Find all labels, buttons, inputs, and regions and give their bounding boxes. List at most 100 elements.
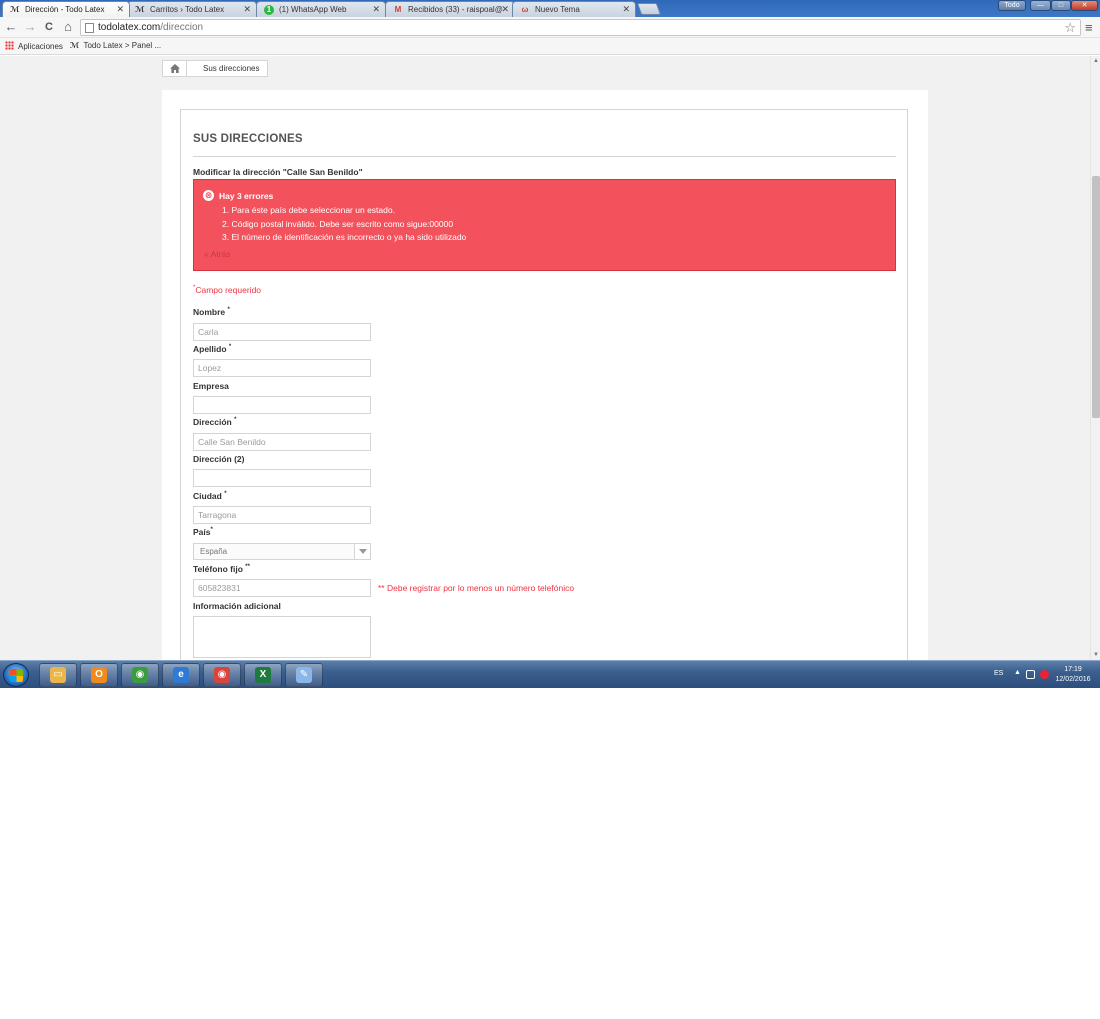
close-icon[interactable]: ✕ [501,4,509,15]
pais-selected-value: España [200,547,228,556]
tab-title: (1) WhatsApp Web [279,5,347,14]
back-button[interactable]: ← [4,19,18,35]
profile-button[interactable]: Todo [998,0,1026,11]
tab-carritos[interactable]: ℳ Carritos › Todo Latex ✕ [127,1,257,17]
outlook-icon: O [91,667,107,683]
nombre-label: Nombre * [193,307,230,317]
modify-heading: Modificar la dirección "Calle San Benild… [193,167,363,177]
tab-title: Dirección - Todo Latex [25,5,105,14]
start-button[interactable] [3,663,29,687]
content-area: SUS DIRECCIONES Modificar la dirección "… [162,90,928,660]
menu-icon[interactable]: ≡ [1085,20,1093,35]
error-item: 2. Código postal inválido. Debe ser escr… [222,218,454,229]
taskbar-excel[interactable]: X [244,663,282,687]
breadcrumb: Sus direcciones [162,60,269,77]
taskbar-internet-explorer[interactable]: e [162,663,200,687]
empresa-label: Empresa [193,381,229,391]
breadcrumb-current: Sus direcciones [203,64,260,73]
bookmark-todolatex-panel[interactable]: ℳ Todo Latex > Panel ... [70,41,161,50]
apellido-input[interactable] [193,359,371,377]
taskbar-outlook[interactable]: O [80,663,118,687]
clock-time[interactable]: 17:19 [1053,666,1093,673]
close-icon[interactable]: ✕ [116,4,124,15]
ciudad-input[interactable] [193,506,371,524]
maximize-button[interactable]: □ [1051,0,1071,11]
paint-icon: ✎ [296,667,312,683]
tab-whatsapp[interactable]: 1 (1) WhatsApp Web ✕ [256,1,386,17]
tab-title: Carritos › Todo Latex [150,5,225,14]
tab-nuevo-tema[interactable]: ω Nuevo Tema ✕ [512,1,636,17]
network-icon[interactable] [1026,670,1035,679]
ciudad-label: Ciudad * [193,491,227,501]
tab-gmail[interactable]: M Recibidos (33) - raispoal@ ✕ [385,1,515,17]
error-item: 3. El número de identificación es incorr… [222,232,467,242]
address-form-panel: SUS DIRECCIONES Modificar la dirección "… [180,109,908,660]
apellido-label: Apellido * [193,344,232,354]
taskbar-explorer[interactable]: ▭ [39,663,77,687]
tab-direccion[interactable]: ℳ Dirección - Todo Latex ✕ [2,1,130,17]
chrome-icon: ◉ [132,667,148,683]
error-item: 1. Para éste país debe seleccionar un es… [222,205,395,215]
window-close-button[interactable]: ✕ [1071,0,1098,11]
taskbar-chrome[interactable]: ◉ [121,663,159,687]
empresa-input[interactable] [193,396,371,414]
back-link[interactable]: « Atrás [204,249,230,259]
browser-toolbar: ← → C ⌂ todolatex.com/direccion ☆ ≡ [0,17,1100,38]
scrollbar-thumb[interactable] [1092,176,1100,418]
scroll-down-icon[interactable]: ▼ [1093,652,1099,658]
taskbar-paint[interactable]: ✎ [285,663,323,687]
tab-strip: ℳ Dirección - Todo Latex ✕ ℳ Carritos › … [0,0,1100,17]
forum-icon: ω [521,5,529,14]
new-tab-button[interactable] [636,3,662,15]
forward-button[interactable]: → [23,19,37,35]
volume-icon[interactable] [1040,670,1049,679]
info-textarea[interactable] [193,616,371,658]
required-field-note: *Campo requerido [193,285,262,295]
show-hidden-icons-icon[interactable]: ▲ [1014,669,1021,676]
telefono-input[interactable] [193,579,371,597]
bookmarks-bar: Aplicaciones ℳ Todo Latex > Panel ... [0,38,1100,55]
telefono-label: Teléfono fijo ** [193,564,250,574]
page-scrollbar[interactable]: ▲ ▼ [1090,56,1100,660]
windows-logo-icon [10,669,23,682]
home-button[interactable]: ⌂ [61,19,75,35]
reload-button[interactable]: C [42,19,56,35]
close-icon[interactable]: ✕ [372,4,380,15]
language-indicator[interactable]: ES [994,670,1003,677]
home-icon [169,64,180,73]
minimize-button[interactable]: — [1030,0,1051,11]
browser-chrome: ℳ Dirección - Todo Latex ✕ ℳ Carritos › … [0,0,1100,56]
direccion-input[interactable] [193,433,371,451]
system-tray: ES ▲ 17:19 12/02/2016 [960,661,1100,689]
nombre-input[interactable] [193,323,371,341]
todolatex-icon: ℳ [70,41,80,50]
direccion2-label: Dirección (2) [193,454,245,464]
clock-date[interactable]: 12/02/2016 [1053,676,1093,683]
error-title: Hay 3 errores [219,191,274,201]
internet-explorer-icon: e [173,667,189,683]
error-circle-icon: ⊗ [203,190,214,201]
gmail-icon: M [394,5,402,14]
bookmark-apps[interactable]: Aplicaciones [5,41,63,51]
scroll-up-icon[interactable]: ▲ [1093,58,1099,64]
tab-title: Recibidos (33) - raispoal@ [408,5,503,14]
error-list: 1. Para éste país debe seleccionar un es… [222,204,466,245]
close-icon[interactable]: ✕ [243,4,251,15]
excel-icon: X [255,667,271,683]
taskbar-chrome-2[interactable]: ◉ [203,663,241,687]
phone-required-note: ** Debe registrar por lo menos un número… [378,583,575,593]
todolatex-icon: ℳ [10,5,20,14]
address-bar[interactable]: todolatex.com/direccion ☆ [80,19,1081,36]
taskbar: ▭ O ◉ e ◉ X ✎ ES ▲ 17:19 12/02/2016 [0,660,1100,688]
page-title: SUS DIRECCIONES [193,133,303,145]
tab-title: Nuevo Tema [535,5,580,14]
info-label: Información adicional [193,601,281,611]
page-icon [85,23,94,33]
direccion2-input[interactable] [193,469,371,487]
home-link[interactable] [163,61,187,76]
explorer-icon: ▭ [50,667,66,683]
pais-select[interactable]: España [193,543,371,560]
close-icon[interactable]: ✕ [622,4,630,15]
bookmark-star-icon[interactable]: ☆ [1064,20,1076,36]
apps-grid-icon [5,41,14,50]
